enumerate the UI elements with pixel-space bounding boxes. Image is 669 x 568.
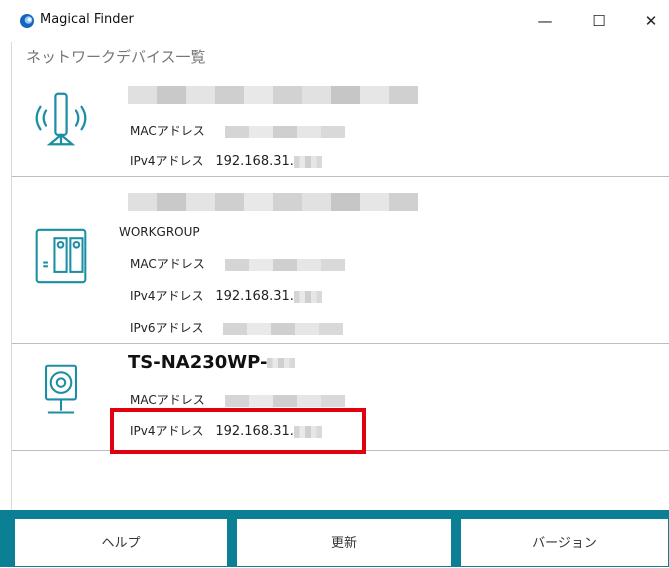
app-logo-icon (20, 14, 34, 28)
ipv4-row: IPv4アドレス 192.168.31. (130, 287, 322, 304)
highlight-box (110, 408, 366, 454)
mac-value-masked (224, 125, 345, 138)
mac-value-masked (224, 394, 345, 407)
nas-icon (35, 228, 87, 284)
ipv6-value-masked (223, 322, 344, 335)
mac-row: MACアドレス (130, 255, 345, 272)
camera-icon (45, 364, 77, 414)
ipv4-suffix-masked (293, 290, 322, 303)
wireless-router-icon (35, 92, 87, 146)
ipv4-value: 192.168.31. (215, 154, 294, 169)
title-bar: Magical Finder — ☐ ✕ (0, 0, 669, 42)
close-button[interactable]: ✕ (636, 10, 666, 32)
device-item-nas[interactable]: WORKGROUP MACアドレス IPv4アドレス 192.168.31. I… (12, 177, 669, 343)
window-title: Magical Finder (40, 12, 134, 27)
ipv4-suffix-masked (293, 155, 322, 168)
device-name-suffix-masked (267, 358, 296, 368)
mac-label: MACアドレス (130, 124, 205, 138)
mac-label: MACアドレス (130, 257, 205, 271)
minimize-button[interactable]: — (530, 10, 560, 32)
version-button[interactable]: バージョン (460, 518, 669, 567)
mac-value-masked (224, 258, 345, 271)
mac-row: MACアドレス (130, 391, 345, 408)
maximize-button[interactable]: ☐ (584, 10, 614, 32)
device-item-router[interactable]: MACアドレス IPv4アドレス 192.168.31. (12, 76, 669, 176)
device-name-masked (128, 86, 418, 104)
ipv6-label: IPv6アドレス (130, 321, 204, 335)
workgroup-label: WORKGROUP (119, 225, 200, 239)
ipv4-label: IPv4アドレス (130, 154, 204, 168)
device-name: TS-NA230WP- (128, 352, 296, 373)
ipv4-label: IPv4アドレス (130, 289, 204, 303)
ipv4-row: IPv4アドレス 192.168.31. (130, 152, 322, 169)
help-button[interactable]: ヘルプ (14, 518, 228, 567)
mac-label: MACアドレス (130, 393, 205, 407)
device-name-text: TS-NA230WP- (128, 352, 268, 373)
ipv6-row: IPv6アドレス (130, 319, 344, 336)
app-window: Magical Finder — ☐ ✕ ネットワークデバイス一覧 MACアドレ… (0, 0, 669, 567)
device-name-masked (128, 193, 418, 211)
page-title: ネットワークデバイス一覧 (26, 48, 206, 66)
refresh-button[interactable]: 更新 (236, 518, 452, 567)
window-left-edge (0, 0, 12, 567)
mac-row: MACアドレス (130, 122, 345, 139)
ipv4-value: 192.168.31. (215, 289, 294, 304)
